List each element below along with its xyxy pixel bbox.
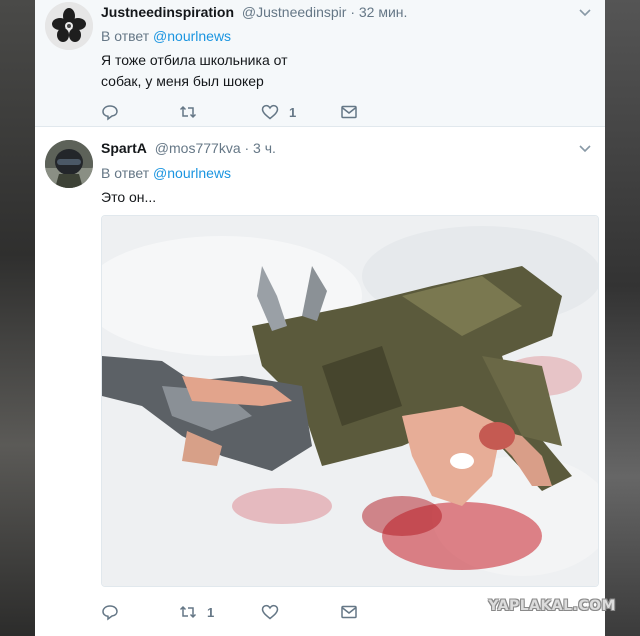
reply-mention-link[interactable]: @nourlnews [153,165,231,181]
tweet-photo[interactable] [101,215,599,587]
timestamp[interactable]: · 3 ч. [245,140,276,156]
tweet-text-line: собак, у меня был шокер [101,73,264,89]
reply-icon [102,105,118,121]
display-name[interactable]: SpartA [101,140,147,156]
display-name[interactable]: Justneedinspiration [101,4,234,20]
reply-button[interactable] [101,102,119,122]
envelope-icon [341,105,357,119]
like-button[interactable] [261,602,289,622]
direct-message-button[interactable] [340,102,358,122]
site-watermark: YAPLAKAL.COM [488,598,616,614]
tweet-text-line: Это он... [101,189,157,205]
chevron-down-icon[interactable] [577,140,593,156]
tweet-text: Я тоже отбила школьника от собак, у меня… [101,50,501,92]
retweet-button[interactable]: 1 [179,602,214,622]
retweet-button[interactable] [179,102,207,122]
heart-icon [261,104,279,120]
retweet-count: 1 [207,604,215,620]
tweet[interactable]: Justneedinspiration @Justneedinspir · 32… [35,0,605,127]
reply-prefix: В ответ [101,165,150,181]
photo-snow-scene [102,216,598,586]
like-count: 1 [289,104,297,120]
tweet-actions: 1 [101,602,501,622]
reply-context: В ответ @nourlnews [101,28,231,44]
avatar[interactable] [45,140,93,188]
reply-button[interactable] [101,602,119,622]
reply-prefix: В ответ [101,28,150,44]
tweet-header: Justneedinspiration @Justneedinspir · 32… [101,4,407,20]
timeline: Justneedinspiration @Justneedinspir · 32… [35,0,605,636]
tweet-actions: 1 [101,102,501,122]
avatar[interactable] [45,2,93,50]
reply-mention-link[interactable]: @nourlnews [153,28,231,44]
tweet-text-line: Я тоже отбила школьника от [101,52,288,68]
reply-icon [102,605,118,621]
flower-logo-icon [45,2,93,50]
timestamp[interactable]: · 32 мин. [350,4,407,20]
pilot-avatar-icon [45,140,93,188]
envelope-icon [341,605,357,619]
tweet-header: SpartA @mos777kva · 3 ч. [101,140,276,156]
direct-message-button[interactable] [340,602,358,622]
heart-icon [261,604,279,620]
background-right [605,0,640,636]
reply-context: В ответ @nourlnews [101,165,231,181]
user-handle[interactable]: @mos777kva [155,140,241,156]
retweet-icon [179,105,197,119]
background-left [0,0,35,636]
chevron-down-icon[interactable] [577,4,593,20]
user-handle[interactable]: @Justneedinspir [242,4,347,20]
like-button[interactable]: 1 [261,102,296,122]
retweet-icon [179,605,197,619]
tweet[interactable]: SpartA @mos777kva · 3 ч. В ответ @nourln… [35,128,605,636]
tweet-text: Это он... [101,187,501,208]
